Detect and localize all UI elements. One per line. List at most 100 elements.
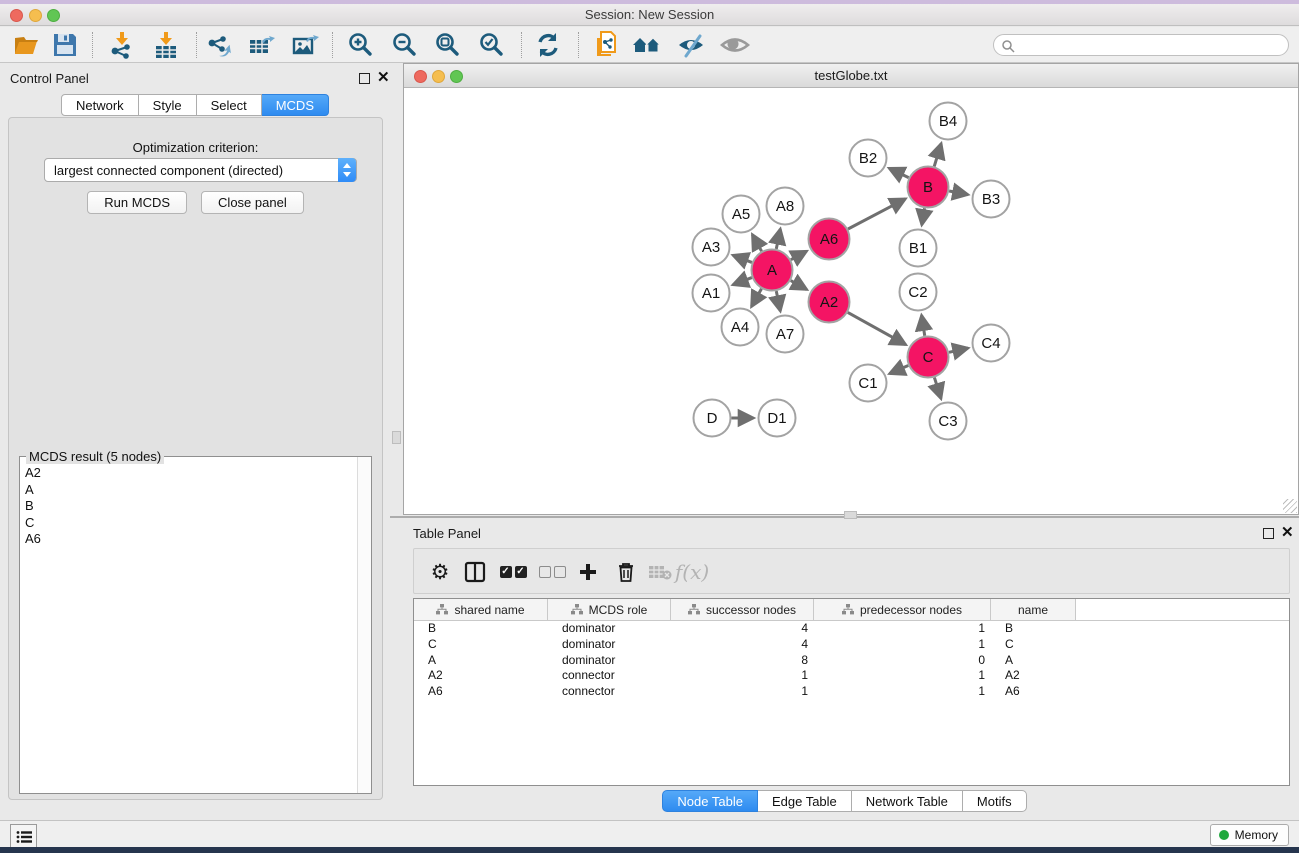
show-panels-button[interactable]: [719, 29, 751, 61]
edge-B-B1[interactable]: [922, 208, 925, 225]
app-titlebar: Session: New Session: [0, 4, 1299, 26]
column-header-name[interactable]: name: [991, 599, 1076, 620]
table-row[interactable]: A2connector11A2: [414, 668, 1289, 684]
table-tab-edge-table[interactable]: Edge Table: [758, 790, 852, 812]
add-column-button[interactable]: [572, 556, 604, 588]
node-label-B1: B1: [909, 240, 927, 257]
cell-predecessor-nodes: 0: [814, 653, 991, 669]
table-row[interactable]: Adominator80A: [414, 653, 1289, 669]
edge-A-A2[interactable]: [791, 281, 807, 290]
function-builder-button[interactable]: f(x): [676, 556, 708, 588]
edge-A-A6[interactable]: [791, 251, 807, 260]
search-field: [993, 34, 1289, 56]
zoom-selected-button[interactable]: [476, 29, 508, 61]
network-snapshot-button[interactable]: [591, 29, 623, 61]
home-icon: [631, 30, 663, 60]
mcds-result-item[interactable]: A6: [21, 531, 356, 548]
hide-panels-button[interactable]: [675, 29, 707, 61]
column-layout-button[interactable]: [459, 556, 491, 588]
network-canvas[interactable]: B4B2BB3B1C2A5A8A6A3AA1A2A4A7CC4C1C3DD1: [404, 89, 1298, 514]
edge-C-C3[interactable]: [934, 378, 941, 399]
mcds-result-item[interactable]: B: [21, 498, 356, 515]
vertical-split-grip[interactable]: [392, 431, 401, 444]
mcds-result-list[interactable]: A2ABCA6: [21, 465, 356, 792]
cell-mcds-role: dominator: [548, 621, 671, 637]
mcds-result-item[interactable]: A: [21, 482, 356, 499]
zoom-in-button[interactable]: [345, 29, 377, 61]
memory-button[interactable]: Memory: [1210, 824, 1289, 846]
delete-column-button[interactable]: [610, 556, 642, 588]
search-input[interactable]: [1020, 36, 1280, 54]
export-image-button[interactable]: [289, 29, 321, 61]
node-label-C3: C3: [938, 413, 957, 430]
hide-panels-icon: [676, 30, 706, 60]
table-tab-network-table[interactable]: Network Table: [852, 790, 963, 812]
window-resize-grip[interactable]: [1283, 499, 1297, 513]
column-label: predecessor nodes: [860, 603, 962, 617]
network-snapshot-icon: [592, 30, 622, 60]
column-header-shared-name[interactable]: shared name: [414, 599, 548, 620]
tab-mcds[interactable]: MCDS: [262, 94, 329, 116]
edge-A-A7[interactable]: [776, 291, 780, 311]
criterion-select[interactable]: largest connected component (directed): [44, 158, 357, 182]
edge-A-A3[interactable]: [733, 255, 752, 262]
edge-A-A1[interactable]: [733, 278, 752, 285]
close-panel-button[interactable]: Close panel: [201, 191, 304, 214]
edge-A-A4[interactable]: [752, 289, 762, 307]
table-row[interactable]: A6connector11A6: [414, 684, 1289, 700]
node-label-A6: A6: [820, 231, 838, 248]
column-header-successor-nodes[interactable]: successor nodes: [671, 599, 814, 620]
mcds-result-item[interactable]: A2: [21, 465, 356, 482]
edge-C-C2[interactable]: [922, 315, 925, 336]
tab-select[interactable]: Select: [197, 94, 262, 116]
close-panel-icon[interactable]: ✕: [377, 69, 390, 86]
table-tab-motifs[interactable]: Motifs: [963, 790, 1027, 812]
edge-C-C4[interactable]: [949, 348, 968, 352]
horizontal-split-grip[interactable]: [844, 511, 857, 519]
shared-column-icon: [842, 604, 854, 615]
zoom-fit-button[interactable]: [432, 29, 464, 61]
refresh-layout-button[interactable]: [532, 29, 564, 61]
table-close-panel-icon[interactable]: ✕: [1281, 524, 1294, 541]
edge-C-C1[interactable]: [890, 366, 909, 374]
import-table-button[interactable]: [150, 29, 182, 61]
column-header-mcds-role[interactable]: MCDS role: [548, 599, 671, 620]
edge-A-A5[interactable]: [752, 235, 761, 252]
control-panel: Control Panel ✕ NetworkStyleSelectMCDS O…: [0, 63, 390, 820]
tab-style[interactable]: Style: [139, 94, 197, 116]
mcds-result-item[interactable]: C: [21, 515, 356, 532]
import-network-button[interactable]: [106, 29, 138, 61]
status-bar: Memory: [0, 820, 1299, 847]
zoom-out-button[interactable]: [389, 29, 421, 61]
export-table-button[interactable]: [245, 29, 277, 61]
deselect-all-button[interactable]: [536, 556, 568, 588]
node-label-A7: A7: [776, 326, 794, 343]
edge-B-B4[interactable]: [934, 143, 941, 166]
cell-mcds-role: connector: [548, 668, 671, 684]
table-row[interactable]: Bdominator41B: [414, 621, 1289, 637]
save-session-button[interactable]: [49, 29, 81, 61]
tab-network[interactable]: Network: [61, 94, 139, 116]
table-tab-node-table[interactable]: Node Table: [662, 790, 758, 812]
edge-B-B2[interactable]: [889, 168, 908, 177]
table-float-panel-icon[interactable]: [1263, 528, 1274, 539]
export-network-button[interactable]: [203, 29, 235, 61]
table-row[interactable]: Cdominator41C: [414, 637, 1289, 653]
edge-A-A8[interactable]: [776, 229, 780, 249]
list-scrollbar[interactable]: [357, 457, 371, 793]
edge-A2-C[interactable]: [848, 312, 906, 344]
delete-table-button[interactable]: [644, 556, 676, 588]
memory-status-icon: [1219, 830, 1229, 840]
table-settings-button[interactable]: ⚙: [424, 556, 456, 588]
float-panel-icon[interactable]: [359, 73, 370, 84]
cell-mcds-role: dominator: [548, 653, 671, 669]
edge-B-B3[interactable]: [949, 191, 968, 195]
select-all-button[interactable]: ✓✓: [497, 556, 529, 588]
home-button[interactable]: [631, 29, 663, 61]
open-session-button[interactable]: [11, 29, 43, 61]
column-header-predecessor-nodes[interactable]: predecessor nodes: [814, 599, 991, 620]
task-history-button[interactable]: [10, 824, 37, 849]
run-mcds-button[interactable]: Run MCDS: [87, 191, 187, 214]
edge-A6-B[interactable]: [848, 199, 905, 229]
cell-shared-name: A6: [414, 684, 548, 700]
